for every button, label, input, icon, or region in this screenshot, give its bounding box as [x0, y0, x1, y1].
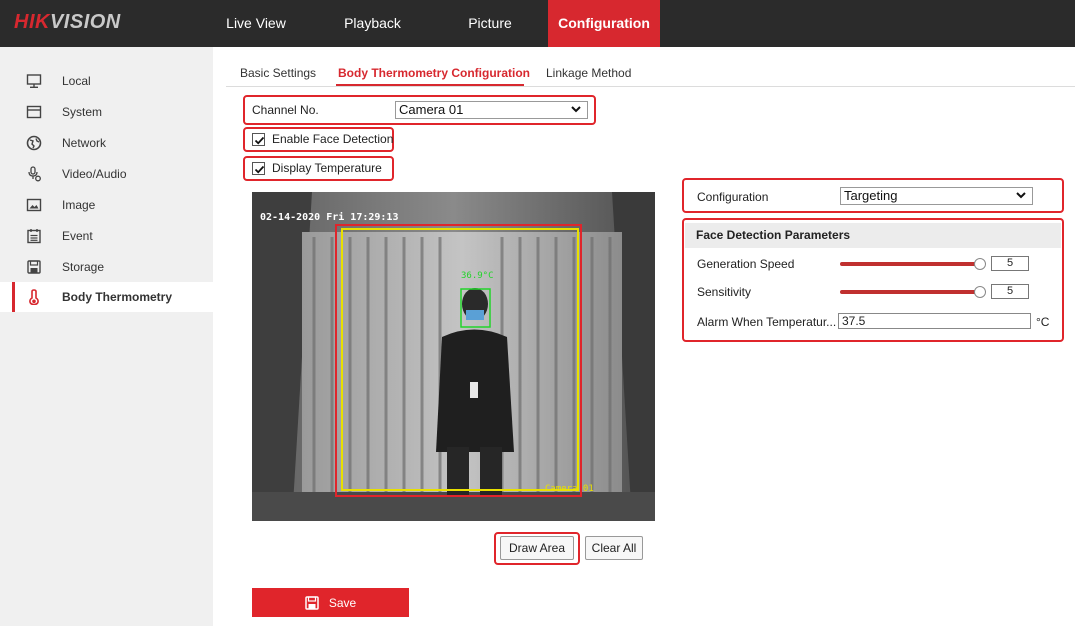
- alarm-temperature-label: Alarm When Temperatur...: [697, 315, 837, 329]
- tab-divider: [226, 86, 1075, 87]
- sidebar-item-network[interactable]: Network: [0, 128, 213, 158]
- top-nav-bar: HIKVISION Live View Playback Picture Con…: [0, 0, 1075, 47]
- channel-select[interactable]: Camera 01: [395, 101, 588, 119]
- sidebar-item-body-thermometry[interactable]: Body Thermometry: [0, 282, 213, 312]
- sidebar-item-label: Image: [62, 198, 96, 212]
- face-temperature-overlay: 36.9°C: [461, 271, 494, 281]
- chevron-down-icon: [570, 103, 582, 119]
- nav-configuration[interactable]: Configuration: [548, 0, 660, 47]
- logo-vision: VISION: [49, 11, 121, 33]
- configuration-label: Configuration: [697, 190, 769, 204]
- nav-live-view[interactable]: Live View: [216, 0, 296, 47]
- sensitivity-label: Sensitivity: [697, 285, 752, 299]
- sidebar-item-storage[interactable]: Storage: [0, 252, 213, 282]
- display-temp-label: Display Temperature: [272, 161, 382, 175]
- alarm-temperature-input[interactable]: 37.5: [838, 313, 1031, 329]
- video-camera-name: Camera 01: [545, 484, 594, 494]
- configuration-select-value: Targeting: [844, 188, 898, 203]
- video-timestamp: 02-14-2020 Fri 17:29:13: [260, 212, 399, 223]
- sidebar-item-label: Storage: [62, 260, 105, 274]
- sensitivity-handle[interactable]: [974, 286, 986, 298]
- sensitivity-track[interactable]: [840, 290, 980, 294]
- generation-speed-handle[interactable]: [974, 258, 986, 270]
- nav-playback[interactable]: Playback: [330, 0, 415, 47]
- sidebar-item-system[interactable]: System: [0, 97, 213, 127]
- monitor-icon: [26, 73, 42, 89]
- system-icon: [26, 104, 42, 120]
- live-video-preview[interactable]: 02-14-2020 Fri 17:29:13 36.9°C Camera 01: [252, 192, 655, 521]
- generation-speed-value[interactable]: 5: [991, 256, 1029, 271]
- face-params-title: Face Detection Parameters: [685, 223, 1061, 248]
- save-button-label: Save: [328, 595, 357, 610]
- tab-basic-settings[interactable]: Basic Settings: [240, 66, 316, 80]
- video-frame-image: [252, 192, 655, 521]
- event-icon: [26, 228, 42, 244]
- mic-icon: [26, 166, 42, 182]
- sidebar-item-label: Local: [62, 74, 91, 88]
- channel-label: Channel No.: [252, 103, 319, 117]
- storage-icon: [26, 259, 42, 275]
- sidebar-item-event[interactable]: Event: [0, 221, 213, 251]
- configuration-select[interactable]: Targeting: [840, 187, 1033, 205]
- logo-hik: HIK: [14, 11, 50, 33]
- sidebar-item-label: Body Thermometry: [62, 290, 173, 304]
- chevron-down-icon: [1015, 189, 1027, 205]
- display-temp-checkbox[interactable]: [252, 162, 265, 175]
- sidebar-item-label: Network: [62, 136, 107, 150]
- generation-speed-track[interactable]: [840, 262, 980, 266]
- generation-speed-label: Generation Speed: [697, 257, 795, 271]
- draw-area-button[interactable]: Draw Area: [500, 536, 574, 560]
- sidebar-item-label: Video/Audio: [62, 167, 127, 181]
- sidebar-item-label: System: [62, 105, 103, 119]
- sidebar-item-video-audio[interactable]: Video/Audio: [0, 159, 213, 189]
- alarm-temperature-unit: °C: [1036, 315, 1050, 329]
- save-button[interactable]: Save: [252, 588, 409, 617]
- sidebar-item-local[interactable]: Local: [0, 66, 213, 96]
- enable-face-checkbox[interactable]: [252, 133, 265, 146]
- clear-all-button[interactable]: Clear All: [585, 536, 643, 560]
- active-indicator: [12, 282, 15, 312]
- channel-select-value: Camera 01: [399, 102, 464, 117]
- sensitivity-value[interactable]: 5: [991, 284, 1029, 299]
- sidebar-item-image[interactable]: Image: [0, 190, 213, 220]
- tab-body-thermometry-configuration[interactable]: Body Thermometry Configuration: [338, 66, 530, 80]
- nav-picture[interactable]: Picture: [450, 0, 530, 47]
- save-icon: [305, 595, 319, 610]
- tab-linkage-method[interactable]: Linkage Method: [546, 66, 631, 80]
- sidebar-item-label: Event: [62, 229, 93, 243]
- image-icon: [26, 197, 42, 213]
- globe-icon: [26, 135, 42, 151]
- sidebar: Local System Network Video/Audio Image E…: [0, 47, 213, 626]
- enable-face-label: Enable Face Detection: [272, 132, 394, 146]
- thermometer-icon: [26, 289, 42, 305]
- hikvision-logo: HIKVISION: [14, 11, 121, 34]
